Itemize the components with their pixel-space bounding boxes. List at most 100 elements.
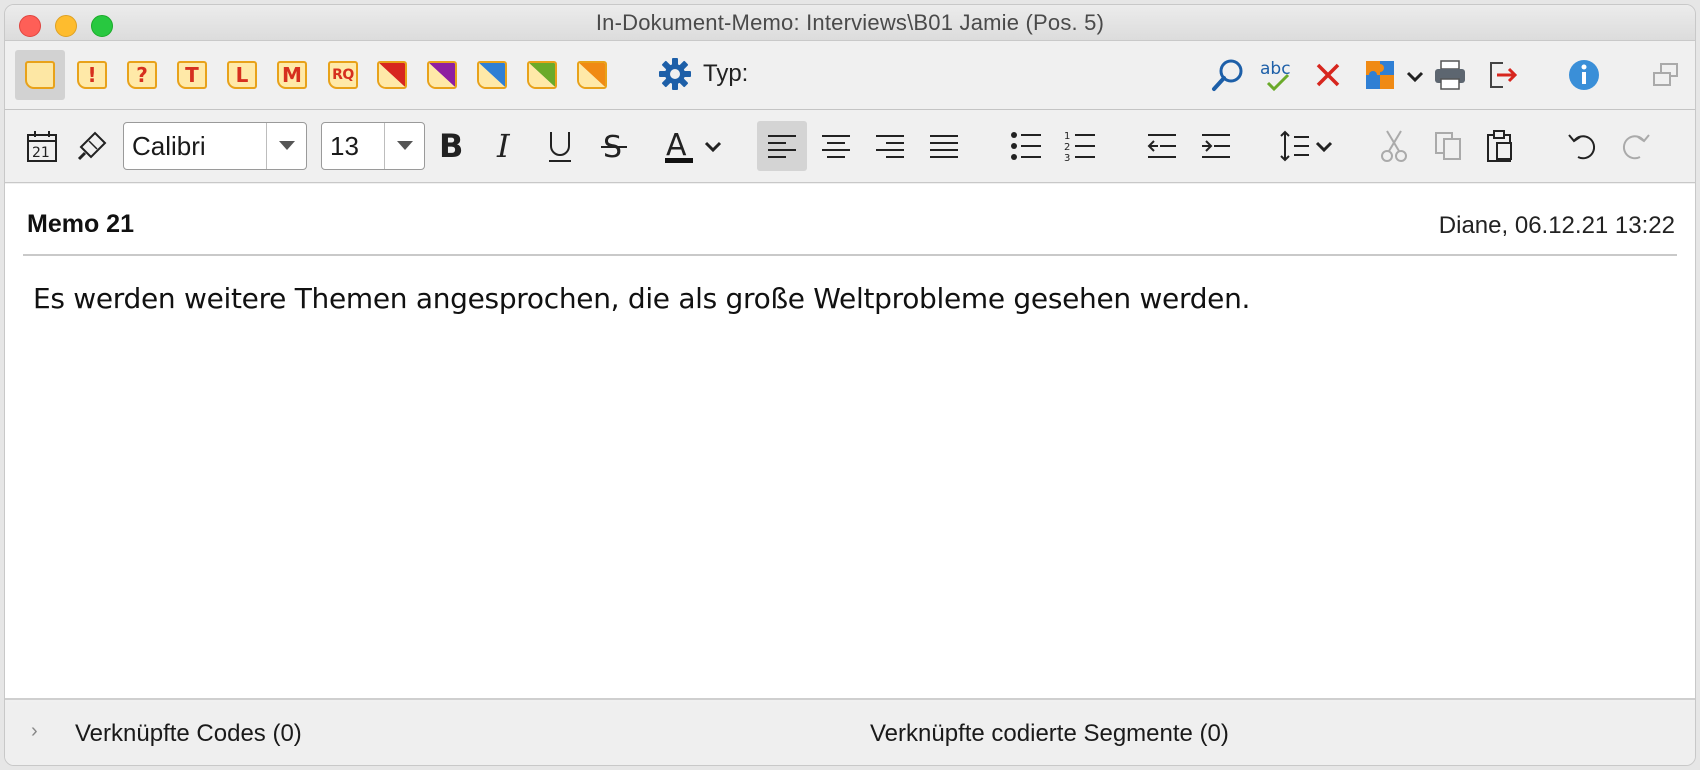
- strikethrough-button[interactable]: S: [589, 121, 639, 171]
- svg-text:3: 3: [1064, 153, 1070, 162]
- align-left-icon: [768, 135, 796, 158]
- linked-codes-label[interactable]: Verknüpfte Codes (0): [75, 720, 302, 748]
- search-icon: [1212, 59, 1243, 91]
- memo-type-label: Typ:: [703, 60, 749, 87]
- underline-button[interactable]: [535, 121, 585, 171]
- format-painter-button[interactable]: [67, 121, 117, 171]
- memo-text-editor[interactable]: Es werden weitere Themen angesprochen, d…: [5, 256, 1695, 700]
- spellcheck-icon: abc: [1260, 59, 1291, 92]
- font-size-dropdown-arrow[interactable]: [384, 123, 424, 169]
- italic-icon: I: [496, 129, 511, 163]
- memo-header: Memo 21 Diane, 06.12.21 13:22: [5, 184, 1695, 256]
- memo-type-settings-button[interactable]: [657, 56, 693, 92]
- memo-body-text[interactable]: Es werden weitere Themen angesprochen, d…: [33, 282, 1250, 315]
- font-color-button[interactable]: A: [657, 121, 729, 171]
- italic-button[interactable]: I: [479, 121, 529, 171]
- spellcheck-button[interactable]: abc: [1253, 50, 1303, 100]
- redo-button[interactable]: [1611, 121, 1661, 171]
- font-size-value: 13: [330, 130, 359, 161]
- insert-date-button[interactable]: 21: [17, 121, 67, 171]
- print-button[interactable]: [1425, 50, 1475, 100]
- bullet-list-icon: [1011, 132, 1041, 160]
- clipboard-icon: [1487, 130, 1512, 162]
- memo-window: In-Dokument-Memo: Interviews\B01 Jamie (…: [4, 4, 1696, 766]
- memo-purple-icon: [427, 61, 457, 89]
- memo-type-blue-button[interactable]: [467, 50, 517, 100]
- memo-t-icon: T: [177, 61, 207, 89]
- paste-button[interactable]: [1475, 121, 1525, 171]
- align-right-button[interactable]: [865, 121, 915, 171]
- delete-icon: [1316, 63, 1340, 87]
- export-icon: [1490, 62, 1518, 88]
- align-center-button[interactable]: [811, 121, 861, 171]
- font-family-select[interactable]: Calibri: [123, 122, 307, 170]
- numbered-list-icon: 123: [1064, 131, 1095, 162]
- redo-icon: [1623, 134, 1650, 160]
- chevron-down-icon: [278, 141, 295, 150]
- window-controls: [19, 15, 113, 37]
- memo-type-orange-button[interactable]: [567, 50, 617, 100]
- bold-icon: B: [439, 129, 463, 163]
- memo-type-purple-button[interactable]: [417, 50, 467, 100]
- memo-blue-icon: [477, 61, 507, 89]
- delete-memo-button[interactable]: [1303, 50, 1353, 100]
- memo-exclamation-icon: !: [77, 61, 107, 89]
- expand-chevron-icon[interactable]: ›: [31, 720, 38, 743]
- title-bar: In-Dokument-Memo: Interviews\B01 Jamie (…: [5, 5, 1695, 41]
- align-right-icon: [876, 135, 904, 158]
- memo-author-date: Diane, 06.12.21 13:22: [1438, 212, 1675, 239]
- font-family-value: Calibri: [132, 130, 206, 161]
- justify-button[interactable]: [919, 121, 969, 171]
- window-title: In-Dokument-Memo: Interviews\B01 Jamie (…: [595, 9, 1105, 35]
- cut-button[interactable]: [1369, 121, 1419, 171]
- gear-icon: [659, 58, 691, 90]
- memo-type-rq-button[interactable]: RQ: [318, 50, 368, 100]
- memo-type-question-button[interactable]: ?: [117, 50, 167, 100]
- bold-button[interactable]: B: [425, 121, 475, 171]
- memo-type-red-button[interactable]: [367, 50, 417, 100]
- window-undock-icon: [1653, 63, 1678, 86]
- copy-button[interactable]: [1423, 121, 1473, 171]
- calendar-icon: 21: [27, 131, 57, 162]
- chevron-down-icon: [396, 141, 413, 150]
- memo-type-plain-button[interactable]: [15, 50, 65, 100]
- align-justify-icon: [930, 135, 958, 158]
- numbered-list-button[interactable]: 123: [1055, 121, 1105, 171]
- minimize-window-button[interactable]: [55, 15, 77, 37]
- memo-rq-icon: RQ: [328, 61, 358, 89]
- memo-type-green-button[interactable]: [517, 50, 567, 100]
- line-spacing-button[interactable]: [1277, 121, 1341, 171]
- memo-type-l-button[interactable]: L: [217, 50, 267, 100]
- undo-button[interactable]: [1557, 121, 1607, 171]
- puzzle-icon: [1366, 61, 1424, 89]
- zoom-window-button[interactable]: [91, 15, 113, 37]
- bullet-list-button[interactable]: [1001, 121, 1051, 171]
- linked-items-bar: › Verknüpfte Codes (0) Verknüpfte codier…: [5, 702, 1695, 765]
- svg-text:A: A: [666, 128, 687, 163]
- indent-icon: [1202, 134, 1230, 158]
- outdent-icon: [1147, 134, 1176, 158]
- linked-segments-label[interactable]: Verknüpfte codierte Segmente (0): [870, 720, 1229, 748]
- memo-type-toolbar: ! ? T L M RQ Typ: abc: [5, 42, 1695, 110]
- memo-type-m-button[interactable]: M: [267, 50, 317, 100]
- undock-button[interactable]: [1641, 50, 1691, 100]
- memo-title[interactable]: Memo 21: [27, 210, 134, 239]
- memo-question-icon: ?: [127, 61, 157, 89]
- svg-text:2: 2: [1064, 142, 1070, 153]
- align-left-button[interactable]: [757, 121, 807, 171]
- close-window-button[interactable]: [19, 15, 41, 37]
- memo-type-t-button[interactable]: T: [167, 50, 217, 100]
- info-icon: [1569, 60, 1599, 90]
- export-button[interactable]: [1477, 50, 1527, 100]
- memo-orange-icon: [577, 61, 607, 89]
- increase-indent-button[interactable]: [1191, 121, 1241, 171]
- font-family-dropdown-arrow[interactable]: [266, 123, 306, 169]
- format-toolbar: 21 Calibri 13 B I S A 1 2 3: [5, 111, 1695, 183]
- memo-type-exclamation-button[interactable]: !: [67, 50, 117, 100]
- font-size-select[interactable]: 13: [321, 122, 425, 170]
- info-button[interactable]: [1559, 50, 1609, 100]
- memo-green-icon: [527, 61, 557, 89]
- search-button[interactable]: [1203, 50, 1253, 100]
- decrease-indent-button[interactable]: [1137, 121, 1187, 171]
- link-code-dropdown-button[interactable]: [1361, 50, 1429, 100]
